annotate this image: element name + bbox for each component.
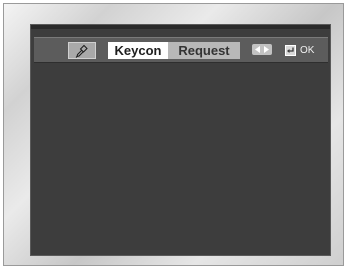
menu-bar: Keycon Request OK: [34, 37, 328, 63]
left-right-nav-hint: [252, 44, 272, 55]
tab-keycon[interactable]: Keycon: [108, 42, 168, 59]
osd-screen: Keycon Request OK: [30, 24, 331, 256]
tab-request[interactable]: Request: [168, 42, 240, 59]
screen-top-border: [31, 25, 330, 29]
microphone-button[interactable]: [68, 42, 96, 59]
ok-label: OK: [300, 45, 315, 56]
microphone-icon: [75, 44, 88, 58]
enter-icon: [285, 45, 296, 56]
left-right-arrows-icon: [255, 46, 269, 53]
tv-bezel: Keycon Request OK: [3, 3, 344, 266]
